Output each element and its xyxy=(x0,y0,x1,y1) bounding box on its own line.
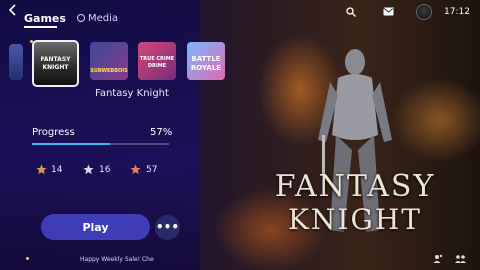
trophy-count-gold: 57 xyxy=(146,165,158,175)
progress-bar-fill xyxy=(32,143,111,145)
tab-games[interactable]: Games xyxy=(24,12,66,25)
tab-underline xyxy=(24,26,57,28)
group-icon[interactable] xyxy=(455,254,466,264)
tile-sublabel: ROYALE xyxy=(190,64,222,72)
progress-bar xyxy=(32,143,169,145)
tile-label: TRUE CRIME xyxy=(139,56,175,62)
trophy-count-silver: 16 xyxy=(99,165,111,175)
search-icon[interactable] xyxy=(346,7,356,17)
more-options-button[interactable]: ••• xyxy=(155,215,180,240)
tile-true-crime[interactable]: TRUE CRIME DRIME xyxy=(138,42,176,80)
tile-battle-royale[interactable]: BATTLE ROYALE xyxy=(187,42,225,80)
hero-title-line2: KNIGHT xyxy=(288,203,422,236)
tile-label: SUBWEBBOIS xyxy=(90,68,128,74)
tile-sublabel: KNIGHT xyxy=(42,64,69,71)
hero-title-line1: FANTASY xyxy=(274,169,436,204)
tile-label: BATTLE xyxy=(191,55,221,63)
friends-icon[interactable] xyxy=(433,254,443,264)
clock: 17:12 xyxy=(444,7,470,17)
progress-label: Progress xyxy=(32,127,75,138)
tile-fantasy-knight[interactable]: FANTASY KNIGHT xyxy=(32,40,79,87)
sale-banner-text[interactable]: Happy Weekly Sale! Che xyxy=(80,256,154,263)
previous-tile[interactable] xyxy=(9,44,23,80)
mail-icon[interactable] xyxy=(383,7,394,16)
tile-subwebbois[interactable]: SUBWEBBOIS xyxy=(90,42,128,80)
gold-star-icon xyxy=(130,164,141,175)
game-title: Fantasy Knight xyxy=(95,88,169,99)
progress-value: 57% xyxy=(150,127,173,138)
notification-dot xyxy=(26,257,29,260)
hero-game-logo: FANTASY KNIGHT xyxy=(250,170,460,236)
tab-media-label: Media xyxy=(88,13,119,24)
silver-star-icon xyxy=(83,164,94,175)
trophy-count-bronze: 14 xyxy=(51,165,63,175)
tile-label: FANTASY xyxy=(40,56,71,63)
play-button[interactable]: Play xyxy=(41,214,150,240)
tile-sublabel: DRIME xyxy=(147,63,167,69)
back-icon[interactable] xyxy=(7,4,19,16)
tab-media[interactable]: Media xyxy=(77,13,118,24)
avatar[interactable] xyxy=(416,4,432,20)
bronze-star-icon xyxy=(36,164,47,175)
